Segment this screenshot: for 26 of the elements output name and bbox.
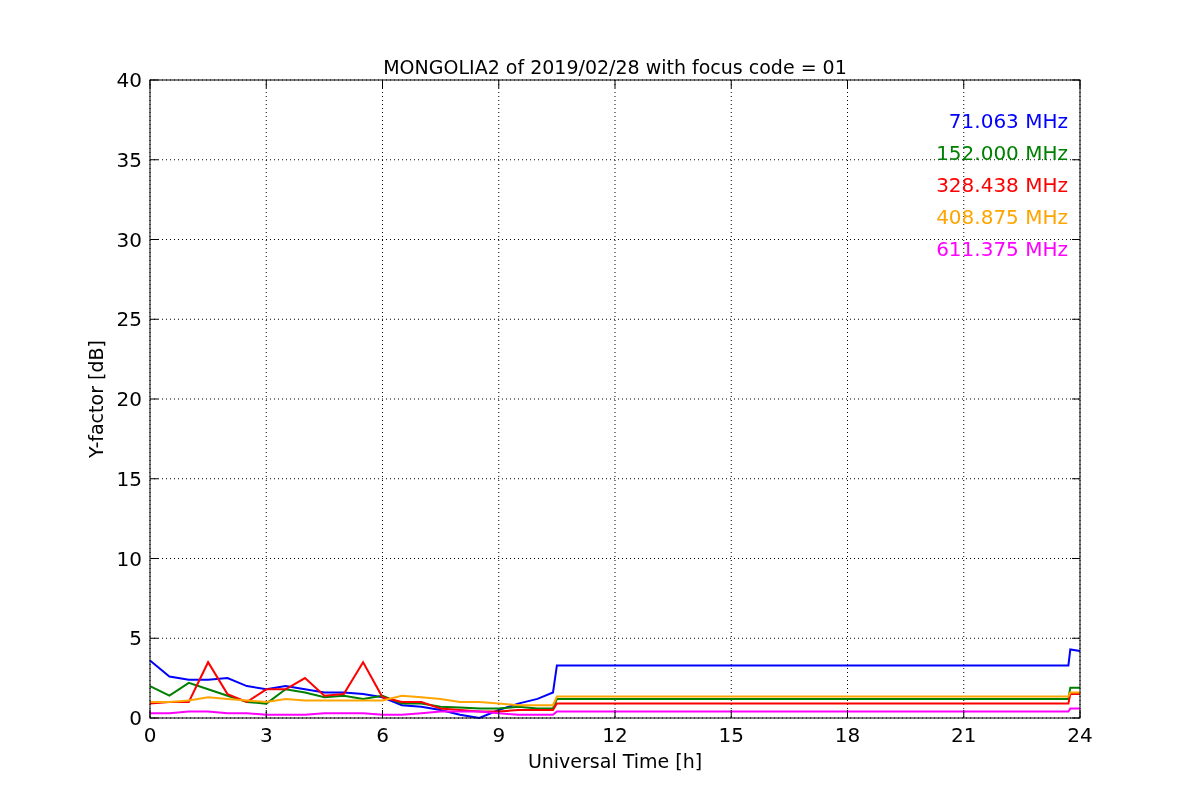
y-tick-label: 35 (116, 147, 142, 172)
x-tick-label: 0 (143, 723, 157, 747)
y-tick-label: 30 (116, 227, 142, 252)
x-tick-label: 6 (376, 723, 389, 747)
x-tick-label: 3 (259, 723, 273, 747)
x-axis-label: Universal Time [h] (527, 750, 703, 772)
y-tick-label: 15 (116, 466, 142, 491)
y-tick-label: 40 (116, 68, 142, 92)
legend-label: 408.875 MHz (936, 205, 1068, 229)
x-tick-label: 24 (1067, 723, 1093, 747)
y-tick-label: 25 (116, 307, 142, 332)
y-tick-label: 10 (116, 546, 142, 571)
chart-title: MONGOLIA2 of 2019/02/28 with focus code = 01 (383, 56, 847, 78)
y-axis-label: Y-factor [dB] (85, 340, 107, 458)
y-tick-label: 0 (129, 706, 142, 730)
legend-label: 152.000 MHz (936, 141, 1068, 165)
y-tick-label: 20 (116, 387, 142, 411)
y-tick-label: 5 (129, 626, 142, 651)
legend-label: 611.375 MHz (936, 237, 1068, 261)
legend-label: 328.438 MHz (936, 173, 1068, 197)
x-tick-label: 21 (951, 723, 977, 747)
legend-label: 71.063 MHz (948, 109, 1068, 133)
x-tick-label: 9 (492, 723, 506, 747)
x-tick-label: 12 (602, 723, 628, 747)
x-tick-label: 18 (834, 723, 861, 747)
x-tick-label: 15 (718, 723, 744, 747)
